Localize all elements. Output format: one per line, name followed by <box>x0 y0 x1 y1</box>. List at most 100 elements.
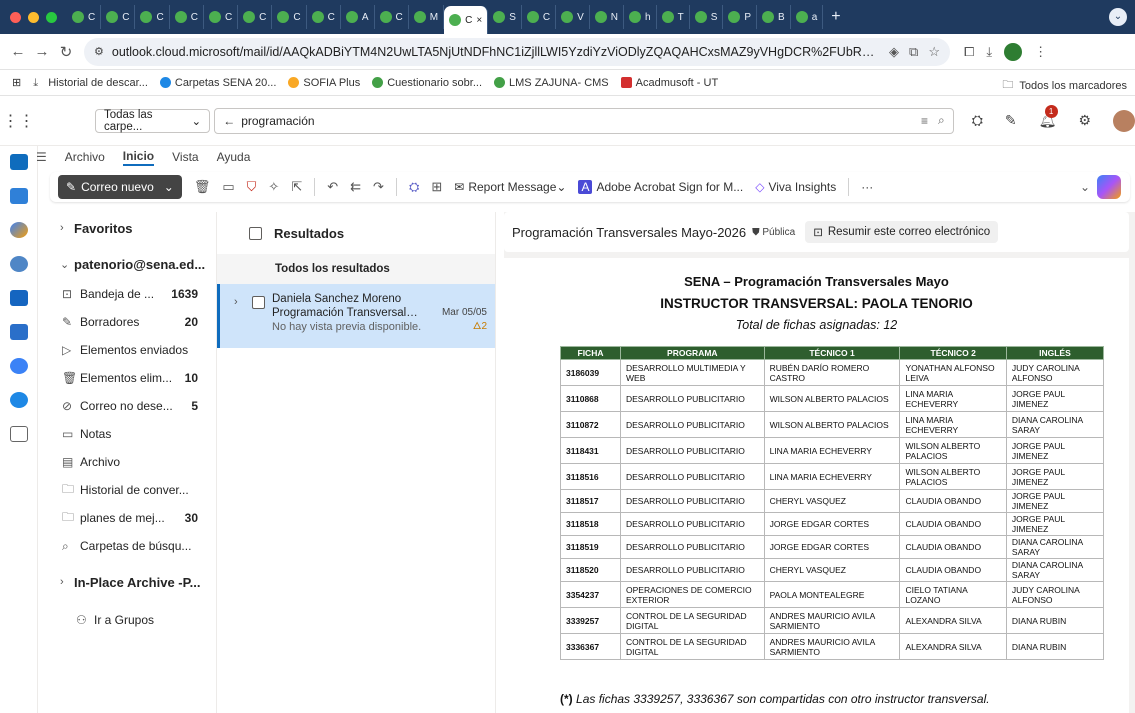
more-options-button[interactable]: ··· <box>861 180 873 194</box>
tab-archivo[interactable]: Archivo <box>65 150 105 164</box>
copilot-icon[interactable] <box>1097 175 1121 199</box>
chevron-right-icon[interactable]: › <box>234 292 252 348</box>
browser-tab[interactable]: P <box>723 5 758 29</box>
browser-tab[interactable]: C <box>67 5 102 29</box>
browser-tab[interactable]: B <box>757 5 791 29</box>
folder-item[interactable]: ⌕ Carpetas de búsqu... <box>38 532 216 560</box>
profile-avatar[interactable] <box>1004 42 1023 61</box>
folder-item[interactable]: ▷ Elementos enviados <box>38 336 216 364</box>
cast-icon[interactable]: ⧉ <box>909 44 918 60</box>
apps-icon[interactable]: ⊞ <box>431 179 442 195</box>
install-app-icon[interactable]: ◈ <box>889 44 899 60</box>
bookmark-item[interactable]: ⤓ Historial de descar... <box>33 77 148 90</box>
viva-insights-button[interactable]: ◇ Viva Insights <box>755 180 836 194</box>
apps-icon[interactable]: ⊞ <box>12 76 21 89</box>
folder-item[interactable]: ▤ Archivo <box>38 448 216 476</box>
extensions-icon[interactable]: ⧠ <box>964 44 974 60</box>
bookmark-item[interactable]: SOFIA Plus <box>288 77 360 89</box>
in-place-archive-group[interactable]: › In-Place Archive -P... <box>38 566 216 598</box>
browser-tab[interactable]: M <box>409 5 445 29</box>
todo-icon[interactable] <box>9 290 28 306</box>
download-icon[interactable]: ⤓ <box>986 44 992 60</box>
bookmark-star-icon[interactable]: ☆ <box>928 44 940 60</box>
browser-tab[interactable]: C <box>272 5 307 29</box>
close-window-button[interactable] <box>10 11 21 23</box>
delete-icon[interactable]: 🗑︎ <box>194 179 211 195</box>
tab-vista[interactable]: Vista <box>172 150 198 164</box>
folder-item[interactable]: 🗀 planes de mej... 30 <box>38 504 216 532</box>
all-bookmarks[interactable]: 🗀 Todos los marcadores <box>1002 76 1127 95</box>
new-mail-button[interactable]: ✎ Correo nuevo ⌄ <box>58 175 182 199</box>
onedrive-icon[interactable] <box>9 392 28 408</box>
tab-search-icon[interactable]: ⌄ <box>1109 8 1127 26</box>
browser-tab[interactable]: N <box>590 5 625 29</box>
browser-tab[interactable]: S <box>488 5 522 29</box>
message-item[interactable]: › Daniela Sanchez Moreno Programación Tr… <box>217 284 495 348</box>
close-tab-icon[interactable]: × <box>476 15 482 26</box>
message-checkbox[interactable] <box>252 296 265 309</box>
folder-item[interactable]: 🗀 Historial de conver... <box>38 476 216 504</box>
new-tab-button[interactable]: + <box>831 8 840 26</box>
account-group[interactable]: ⌄ patenorio@sena.ed... <box>38 248 216 280</box>
reply-icon[interactable]: ↶ <box>327 179 338 195</box>
folder-item[interactable]: ▭ Notas <box>38 420 216 448</box>
reload-icon[interactable]: ↻ <box>54 43 78 61</box>
select-all-checkbox[interactable] <box>249 226 262 240</box>
search-input[interactable]: ← programación ≡ ⌕ <box>214 107 954 134</box>
reply-all-icon[interactable]: ⇇ <box>350 179 361 195</box>
browser-tab[interactable]: C <box>170 5 204 29</box>
address-bar[interactable]: ⚙ outlook.cloud.microsoft/mail/id/AAQkAD… <box>84 37 950 66</box>
org-icon[interactable] <box>9 358 28 374</box>
calendar-icon[interactable] <box>9 188 28 204</box>
search-scope-dropdown[interactable]: Todas las carpe... ⌄ <box>94 108 211 133</box>
teams-share-icon[interactable]: ⛭ <box>409 179 419 195</box>
files-icon[interactable] <box>9 324 28 340</box>
search-icon[interactable]: ⌕ <box>938 113 945 128</box>
browser-tab[interactable]: C <box>522 5 557 29</box>
browser-menu-icon[interactable]: ⋮ <box>1034 44 1047 60</box>
site-info-icon[interactable]: ⚙ <box>94 45 104 58</box>
browser-tab[interactable]: C <box>375 5 409 29</box>
move-icon[interactable]: ⇱ <box>291 179 302 195</box>
browser-tab[interactable]: C <box>238 5 273 29</box>
browser-tab[interactable]: S <box>690 5 724 29</box>
mail-icon[interactable] <box>9 154 28 170</box>
adobe-sign-button[interactable]: A Adobe Acrobat Sign for M... <box>578 180 743 194</box>
chevron-down-icon[interactable]: ⌄ <box>1080 180 1090 194</box>
bookmark-item[interactable]: Carpetas SENA 20... <box>159 77 276 89</box>
favorites-group[interactable]: › Favoritos <box>38 212 216 244</box>
sweep-icon[interactable]: ✧ <box>268 179 279 195</box>
folder-item[interactable]: ⊡ Bandeja de ... 1639 <box>38 280 216 308</box>
bookmark-item[interactable]: LMS ZAJUNA- CMS <box>494 77 609 89</box>
app-launcher-icon[interactable]: ⋮⋮ <box>0 111 37 131</box>
browser-tab[interactable]: h <box>624 5 657 29</box>
browser-tab[interactable]: C <box>101 5 136 29</box>
tab-inicio[interactable]: Inicio <box>122 149 155 166</box>
more-apps-icon[interactable] <box>9 426 28 442</box>
browser-tab[interactable]: a <box>791 5 824 29</box>
tab-ayuda[interactable]: Ayuda <box>217 150 251 164</box>
folder-item[interactable]: ⊘ Correo no dese... 5 <box>38 392 216 420</box>
report-message-button[interactable]: ✉ Report Message ⌄ <box>454 180 566 194</box>
settings-gear-icon[interactable]: ⚙ <box>1078 112 1091 129</box>
minimize-window-button[interactable] <box>28 11 39 23</box>
folder-item[interactable]: 🗑︎ Elementos elim... 10 <box>38 364 216 392</box>
back-icon[interactable]: ← <box>6 43 30 60</box>
copilot-icon[interactable] <box>9 222 28 238</box>
people-icon[interactable] <box>9 256 28 272</box>
browser-tab[interactable]: C <box>204 5 239 29</box>
browser-tab[interactable]: V <box>556 5 590 29</box>
groups-link[interactable]: ⚇ Ir a Grupos <box>38 606 216 634</box>
archive-icon[interactable]: ▭ <box>222 179 234 195</box>
browser-tab-active[interactable]: C × <box>444 6 489 34</box>
browser-tab[interactable]: C <box>135 5 170 29</box>
filter-icon[interactable]: ≡ <box>921 114 928 128</box>
forward-icon[interactable]: ↷ <box>373 179 384 195</box>
bookmark-item[interactable]: Cuestionario sobr... <box>372 77 482 89</box>
feedback-icon[interactable]: ✎ <box>1005 112 1017 129</box>
browser-tab[interactable]: A <box>341 5 375 29</box>
browser-tab[interactable]: C <box>307 5 341 29</box>
bookmark-item[interactable]: Acadmusoft - UT <box>620 77 718 89</box>
summarize-button[interactable]: ⊡ Resumir este correo electrónico <box>805 221 999 243</box>
report-icon[interactable]: ⛉ <box>247 179 257 195</box>
